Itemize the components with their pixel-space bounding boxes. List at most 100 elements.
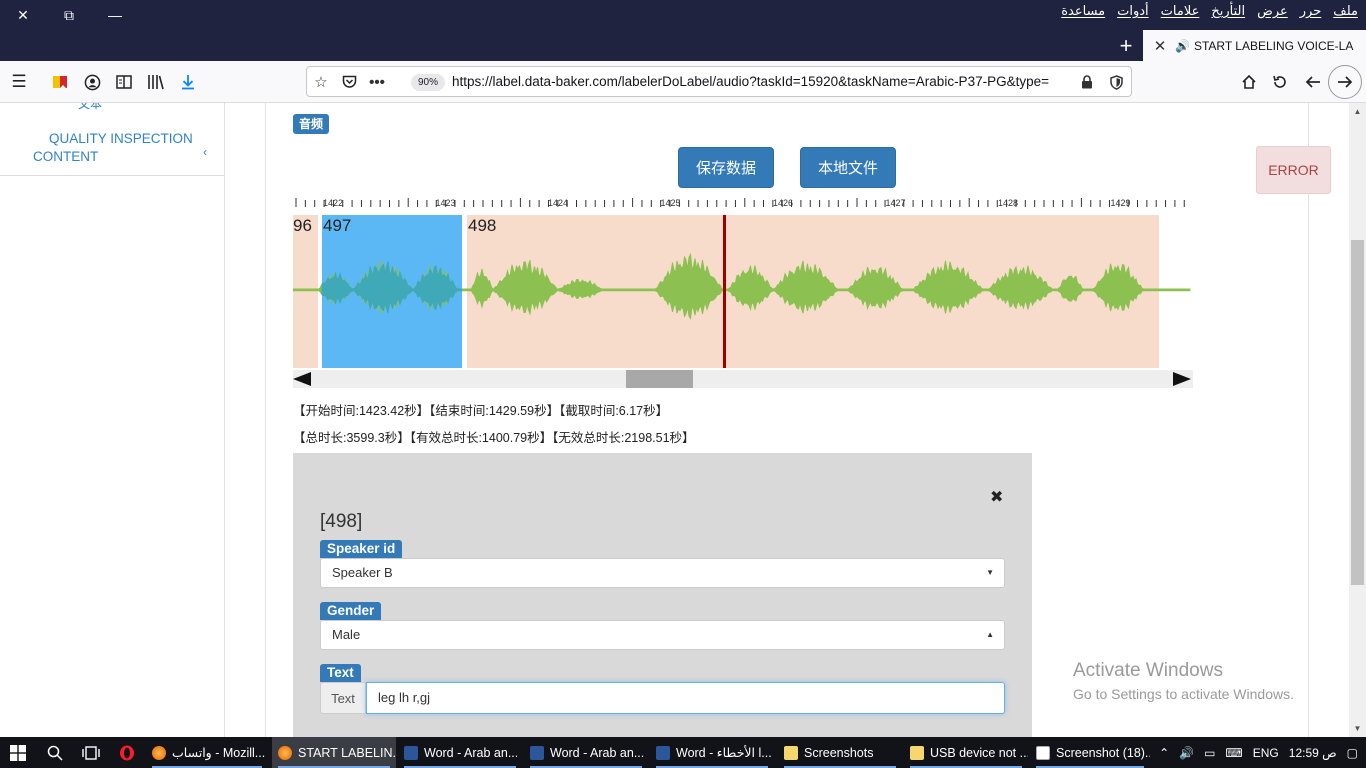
content-border-right: [1308, 103, 1309, 737]
folder-icon: [910, 745, 924, 760]
reader-view-icon[interactable]: [110, 69, 138, 95]
keyboard-icon[interactable]: ⌨: [1225, 746, 1242, 760]
shield-icon[interactable]: [1104, 71, 1128, 93]
gender-select[interactable]: Male ▲: [320, 620, 1005, 650]
url-bar[interactable]: ☆ ••• 90% https://label.data-baker.com/l…: [306, 66, 1132, 97]
download-icon[interactable]: [174, 69, 202, 95]
taskbar-item-word-3[interactable]: Word - الأخطاء l...: [650, 737, 774, 768]
sidebar-divider: [0, 175, 224, 176]
error-button[interactable]: ERROR: [1256, 146, 1331, 194]
forward-arrow-icon[interactable]: [1328, 65, 1362, 99]
page-scroll-thumb[interactable]: [1351, 240, 1364, 585]
menu-edit[interactable]: حرر: [1300, 3, 1322, 19]
taskbar-item-word-2[interactable]: Word - Arab an...: [524, 737, 648, 768]
menu-view[interactable]: عرض: [1257, 3, 1288, 19]
timeline-ruler: 1422 1423 1424 1425 1426 1427 1428 1429: [295, 198, 1185, 208]
scroll-up-icon[interactable]: ▲: [1349, 107, 1366, 116]
speaker-id-select[interactable]: Speaker B ▼: [320, 558, 1005, 588]
content-border-left: [265, 103, 266, 737]
taskbar-item-word-1[interactable]: Word - Arab an...: [398, 737, 522, 768]
close-window-button[interactable]: ✕: [0, 0, 46, 30]
segment-divider: [462, 215, 467, 368]
menu-help[interactable]: مساعدة: [1061, 3, 1105, 19]
menu-bookmarks[interactable]: علامات: [1161, 3, 1200, 19]
photo-icon: [1036, 745, 1050, 760]
sidebar-item-text-cut[interactable]: 文本: [78, 103, 102, 112]
chevron-up-icon[interactable]: ⌃: [1159, 746, 1169, 760]
taskbar-item-start-labeling[interactable]: START LABELIN...: [272, 737, 396, 768]
search-icon[interactable]: [40, 737, 70, 768]
close-tab-icon[interactable]: ✕: [1149, 37, 1171, 55]
speaker-id-label: Speaker id: [320, 540, 403, 558]
waveform-scroll-thumb[interactable]: [626, 370, 693, 388]
text-input[interactable]: leg lh r,gj: [366, 682, 1005, 714]
waveform-editor[interactable]: 1422 1423 1424 1425 1426 1427 1428 1429 96 497 …: [293, 193, 1193, 398]
gender-label: Gender: [320, 602, 382, 620]
page-content: 文本 QUALITY INSPECTION CONTENT ‹ 音频 保存数据 …: [0, 103, 1366, 737]
scroll-down-icon[interactable]: ▼: [1349, 724, 1366, 733]
url-text[interactable]: https://label.data-baker.com/labelerDoLa…: [452, 74, 1072, 89]
firefox-icon: [278, 745, 292, 760]
tab-title: START LABELING VOICE-LA: [1193, 38, 1354, 53]
waveform-scrollbar[interactable]: [293, 370, 1193, 388]
playhead-cursor[interactable]: [723, 215, 726, 368]
ruler-label: 1429: [1111, 198, 1131, 208]
zoom-level[interactable]: 90%: [411, 74, 445, 91]
taskbar-item-label: Word - Arab an...: [424, 745, 519, 760]
menu-tools[interactable]: أدوات: [1117, 3, 1149, 19]
volume-icon[interactable]: 🔊: [1179, 746, 1194, 760]
menu-file[interactable]: ملف: [1333, 3, 1358, 19]
more-actions-icon[interactable]: •••: [365, 71, 389, 93]
close-icon[interactable]: ✖: [990, 487, 1003, 507]
back-arrow-icon[interactable]: [1299, 69, 1327, 95]
taskbar-item-screenshots[interactable]: Screenshots: [778, 737, 902, 768]
language-indicator[interactable]: ENG: [1253, 746, 1279, 760]
taskbar-item-usb-device[interactable]: USB device not ...: [904, 737, 1028, 768]
ruler-label: 1424: [548, 198, 568, 208]
action-center-icon[interactable]: ▢: [1347, 746, 1358, 760]
segment-496[interactable]: [293, 215, 318, 368]
tab-active[interactable]: ✕ 🔊 START LABELING VOICE-LA: [1143, 30, 1366, 61]
notification-icon[interactable]: ▭: [1204, 746, 1215, 760]
new-tab-button[interactable]: +: [1112, 32, 1140, 60]
text-label: Text: [320, 664, 361, 682]
gender-value: Male: [332, 627, 361, 642]
taskbar-item-label: Word - Arab an...: [550, 745, 645, 760]
menu-icon[interactable]: ☰: [5, 69, 33, 95]
sidebar-item-quality-inspection[interactable]: QUALITY INSPECTION CONTENT: [33, 130, 203, 166]
minimize-window-button[interactable]: —: [92, 0, 138, 30]
restore-window-button[interactable]: ⧉: [46, 0, 92, 30]
task-view-icon[interactable]: [76, 737, 106, 768]
ruler-label: 1426: [773, 198, 793, 208]
audio-section-label: 音频: [293, 114, 330, 134]
page-scrollbar[interactable]: ▲ ▼: [1349, 103, 1366, 737]
reload-icon[interactable]: [1266, 69, 1294, 95]
start-button[interactable]: [0, 737, 36, 768]
taskbar-item-label: Screenshot (18)...: [1056, 745, 1150, 760]
menu-history[interactable]: التأريخ: [1211, 3, 1245, 19]
bookmark-star-icon[interactable]: ☆: [309, 71, 333, 93]
taskbar-item-whatsapp-firefox[interactable]: واتساب - Mozill...: [146, 737, 268, 768]
unlabeled-region: [1159, 215, 1193, 368]
ruler-label: 1427: [886, 198, 906, 208]
activate-windows-watermark: Activate Windows Go to Settings to activ…: [1073, 660, 1294, 702]
segment-label-498: 498: [468, 216, 496, 235]
save-data-button[interactable]: 保存数据: [678, 147, 774, 188]
ruler-label: 1425: [661, 198, 681, 208]
taskbar-item-label: Screenshots: [804, 745, 874, 760]
clock[interactable]: 12:59 ص: [1289, 746, 1337, 760]
caret-down-icon: ▼: [986, 568, 994, 577]
pocket-icon[interactable]: [337, 71, 361, 93]
opera-icon[interactable]: [112, 737, 142, 768]
library-icon[interactable]: [142, 69, 170, 95]
segment-label-497: 497: [323, 216, 351, 235]
home-icon[interactable]: [1235, 69, 1263, 95]
chevron-left-icon[interactable]: ‹: [203, 145, 207, 159]
local-file-button[interactable]: 本地文件: [800, 147, 896, 188]
ruler-label: 1428: [998, 198, 1018, 208]
ruler-label: 1422: [323, 198, 343, 208]
account-icon[interactable]: [78, 69, 106, 95]
taskbar-item-screenshot-photo[interactable]: Screenshot (18)...: [1030, 737, 1150, 768]
extension-icon[interactable]: [46, 69, 74, 95]
lock-icon[interactable]: [1075, 71, 1099, 93]
